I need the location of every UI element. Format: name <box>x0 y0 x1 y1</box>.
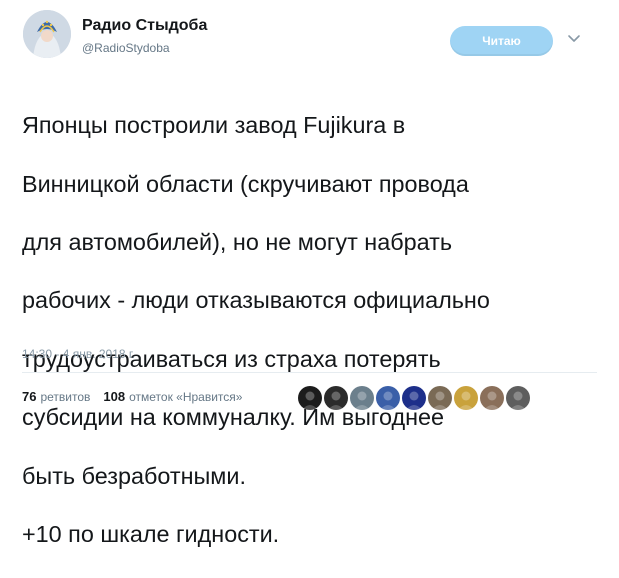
avatar-cartoon-icon[interactable] <box>454 386 478 410</box>
tweet-line: +10 по шкале гидности. <box>22 521 280 548</box>
avatar-photo-icon[interactable] <box>480 386 504 410</box>
tweet-stats: 76 ретвитов 108 отметок «Нравится» <box>22 389 242 404</box>
avatar-dark-icon[interactable] <box>324 386 348 410</box>
tweet-timestamp[interactable]: 14:30 - 4 янв. 2018 г. <box>22 347 135 361</box>
follow-button[interactable]: Читаю <box>450 26 553 56</box>
avatar-photo-icon[interactable] <box>506 386 530 410</box>
liker-avatars <box>298 386 530 410</box>
avatar-flag-icon[interactable] <box>376 386 400 410</box>
tweet-line: рабочих - люди отказываются официально <box>22 287 490 314</box>
author-handle[interactable]: @RadioStydoba <box>82 41 170 55</box>
avatar-dark-icon[interactable] <box>298 386 322 410</box>
tweet-line: быть безработными. <box>22 462 246 489</box>
tweet-line: Японцы построили завод Fujikura в <box>22 112 406 139</box>
avatar-blue-icon[interactable] <box>402 386 426 410</box>
retweets-label: ретвитов <box>40 390 91 404</box>
likes-count: 108 <box>103 389 126 404</box>
tweet-text: Японцы построили завод Fujikura в Винниц… <box>22 82 602 578</box>
chevron-down-icon[interactable] <box>566 30 582 46</box>
retweets-count: 76 <box>22 389 37 404</box>
avatar-image <box>23 10 71 58</box>
tweet-line: Винницкой области (скручивают провода <box>22 170 469 197</box>
tweet-line: для автомобилей), но не могут набрать <box>22 229 453 256</box>
divider <box>22 372 597 373</box>
avatar-photo-icon[interactable] <box>350 386 374 410</box>
author-avatar[interactable] <box>23 10 71 58</box>
retweets-stat[interactable]: 76 ретвитов <box>22 389 90 404</box>
author-display-name[interactable]: Радио Стыдоба <box>82 17 207 35</box>
likes-stat[interactable]: 108 отметок «Нравится» <box>103 389 242 404</box>
avatar-photo-icon[interactable] <box>428 386 452 410</box>
likes-label: отметок «Нравится» <box>129 390 243 404</box>
